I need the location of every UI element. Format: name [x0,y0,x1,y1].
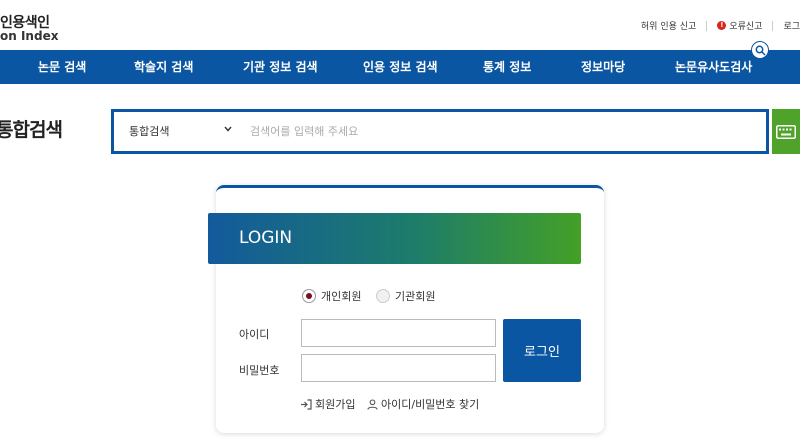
main-navigation: 논문 검색 학술지 검색 기관 정보 검색 인용 정보 검색 통계 정보 정보마… [0,41,800,84]
alert-icon: ! [717,21,727,30]
nav-search-icon[interactable] [751,41,769,59]
error-report-link[interactable]: ! 오류신고 [717,19,762,32]
nav-info-plaza[interactable]: 정보마당 [581,50,625,84]
divider [772,20,774,31]
virtual-keyboard-button[interactable] [772,109,800,154]
login-title: LOGIN [239,228,293,248]
search-scope-select[interactable]: 통합검색 [129,112,169,151]
id-label: 아이디 [239,328,270,341]
user-icon [367,398,378,410]
chevron-down-icon[interactable] [224,126,232,132]
nav-paper-search[interactable]: 논문 검색 [38,50,86,84]
search-bar: 통합검색 [111,109,769,154]
nav-statistics[interactable]: 통계 정보 [483,50,531,84]
radio-checked-icon [302,289,316,303]
false-citation-report-link[interactable]: 허위 인용 신고 [641,19,696,32]
nav-similarity-check[interactable]: 논문유사도검사 [675,50,752,84]
member-type-personal-radio[interactable]: 개인회원 [302,288,361,304]
member-type-institution-label: 기관회원 [395,290,436,303]
utility-nav: 허위 인용 신고 ! 오류신고 로그 [641,19,800,32]
keyboard-icon [776,124,796,139]
nav-institution-search[interactable]: 기관 정보 검색 [243,50,318,84]
site-logo-subtitle[interactable]: on Index [0,29,58,43]
signup-label: 회원가입 [315,398,356,411]
nav-journal-search[interactable]: 학술지 검색 [134,50,193,84]
password-label: 비밀번호 [239,364,280,377]
find-account-link[interactable]: 아이디/비밀번호 찾기 [367,396,479,412]
error-report-label: 오류신고 [729,22,763,32]
signup-link[interactable]: 회원가입 [300,396,355,412]
nav-citation-search[interactable]: 인용 정보 검색 [363,50,438,84]
login-link[interactable]: 로그 [783,19,800,32]
page-title: 통합검색 [0,119,63,141]
search-input[interactable] [250,118,750,145]
radio-unchecked-icon [376,289,390,303]
password-field[interactable] [301,354,496,382]
login-banner: LOGIN [208,213,581,264]
member-type-institution-radio[interactable]: 기관회원 [376,288,435,304]
login-button[interactable]: 로그인 [503,319,581,382]
find-account-label: 아이디/비밀번호 찾기 [381,398,480,411]
id-field[interactable] [301,319,496,347]
sign-in-icon [301,398,312,410]
divider [706,20,708,31]
member-type-personal-label: 개인회원 [321,290,362,303]
